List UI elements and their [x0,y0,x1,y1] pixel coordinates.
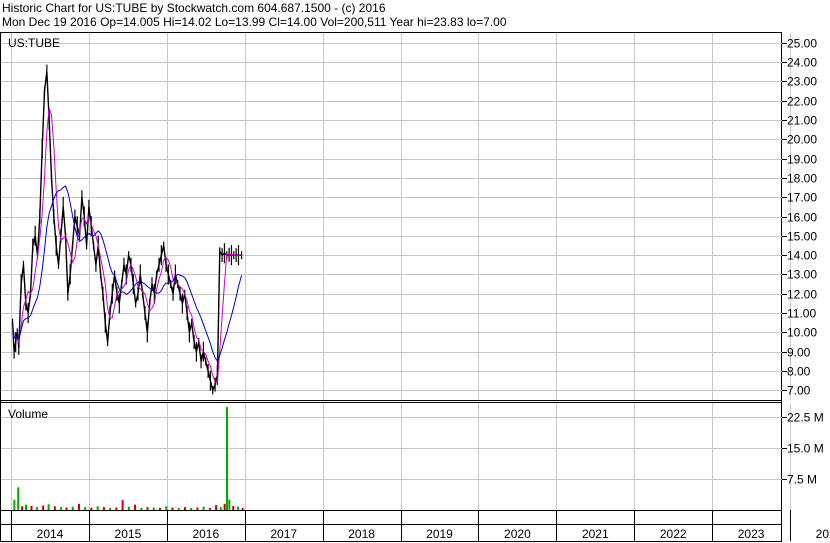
volume-bar [241,507,244,510]
price-tick-label: 24.00 [787,56,817,70]
volume-bar [232,505,235,510]
year-tick-label: 2015 [115,527,142,541]
volume-bar [171,507,174,510]
price-tick-label: 17.00 [787,191,817,205]
price-tick-label: 10.00 [787,326,817,340]
price-tick-label: 8.00 [787,365,811,379]
year-tick-label: 2023 [738,527,765,541]
volume-bar [35,507,38,510]
year-tick-label: 2020 [504,527,531,541]
volume-bar [47,504,50,510]
volume-bar [226,407,229,510]
price-tick-label: 22.00 [787,95,817,109]
volume-bars [13,407,244,510]
year-tick-label: 2014 [37,527,64,541]
volume-bar [219,507,222,510]
year-tick-label: 2017 [270,527,297,541]
volume-bar [53,506,56,510]
volume-bar [121,500,124,510]
price-tick-label: 18.00 [787,172,817,186]
volume-bar [77,503,80,510]
price-tick-label: 25.00 [787,37,817,51]
year-tick-label: 2021 [582,527,609,541]
volume-bar [190,507,193,510]
volume-bar [140,507,143,510]
volume-tick-label: 22.5 M [787,411,824,425]
volume-bar [90,507,93,510]
price-tick-label: 12.00 [787,288,817,302]
volume-bar [115,507,118,510]
volume-bar [183,507,186,510]
volume-bar [208,507,211,510]
grid-lines [1,33,791,541]
volume-bar [25,504,28,510]
price-tick-label: 14.00 [787,249,817,263]
volume-bar [223,503,226,510]
volume-bar [42,505,45,510]
volume-bar [196,507,199,510]
price-tick-label: 15.00 [787,230,817,244]
volume-bar [159,507,162,510]
volume-bar [127,506,130,510]
price-tick-label: 19.00 [787,153,817,167]
volume-bar [165,506,168,510]
volume-bar [202,506,205,510]
price-tick-label: 7.00 [787,384,811,398]
volume-bar [30,505,33,510]
x-axis: 2014 2015 2016 2017 2018 2019 2020 2021 2022 2023… [37,527,830,541]
volume-bar [134,504,137,510]
price-tick-label: 23.00 [787,75,817,89]
price-tick-label: 11.00 [787,307,816,321]
year-tick-label: 2016 [192,527,219,541]
volume-bar [152,507,155,510]
price-tick-label: 13.00 [787,268,817,282]
volume-bar [60,507,63,510]
volume-bar [17,487,20,510]
year-tick-label: 2022 [660,527,687,541]
volume-bar [146,507,149,510]
volume-bar [177,507,180,510]
volume-pane-title: Volume [8,407,48,421]
volume-tick-label: 15.0 M [787,442,824,456]
price-pane-title: US:TUBE [8,36,60,50]
volume-bar [228,499,231,510]
price-chart: 25.00 24.00 23.00 22.00 21.00 20.00 19.00 18.00… [0,32,830,542]
price-tick-label: 16.00 [787,211,817,225]
volume-bar [65,507,68,510]
year-tick-label: 2019 [426,527,453,541]
year-tick-label: 2024 [816,527,830,541]
volume-bar [84,507,87,510]
price-tick-label: 20.00 [787,133,817,147]
fast-moving-average [12,107,242,384]
price-series [11,64,243,395]
volume-bar [96,506,99,510]
volume-bar [102,507,105,510]
volume-bar [215,505,218,510]
price-tick-label: 9.00 [787,346,811,360]
volume-bar [109,507,112,510]
volume-bar [13,499,16,510]
year-tick-label: 2018 [348,527,375,541]
price-y-axis: 25.00 24.00 23.00 22.00 21.00 20.00 19.00 18.00… [782,37,817,398]
volume-bar [71,506,74,510]
volume-y-axis: 22.5 M 15.0 M 7.5 M [782,411,824,487]
volume-bar [21,506,24,510]
volume-bar [236,506,239,510]
price-tick-label: 21.00 [787,114,817,128]
volume-tick-label: 7.5 M [787,473,817,487]
